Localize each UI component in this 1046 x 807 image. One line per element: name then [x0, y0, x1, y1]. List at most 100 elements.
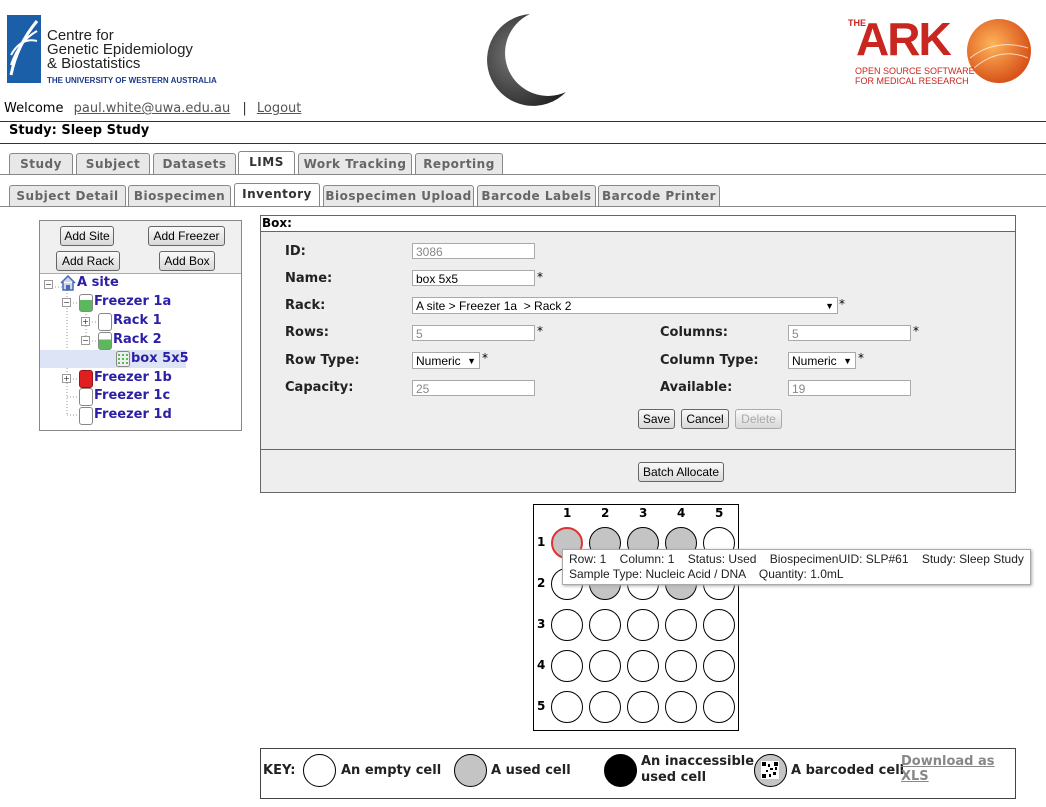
tree-node-rack-2[interactable]: Rack 2: [113, 332, 162, 347]
key-inaccessible-1: An inaccessible: [641, 754, 755, 769]
inaccessible-cell-icon: [604, 754, 637, 787]
logout-link[interactable]: Logout: [257, 101, 302, 116]
tooltip-line1: Row: 1 Column: 1 Status: Used Biospecime…: [569, 552, 1024, 566]
tab-reporting[interactable]: Reporting: [415, 153, 503, 174]
cancel-button[interactable]: Cancel: [681, 409, 729, 429]
moon-icon: [487, 14, 566, 106]
add-box-button[interactable]: Add Box: [159, 251, 215, 271]
id-field: 3086: [412, 243, 535, 259]
grid-cell[interactable]: [627, 691, 659, 723]
add-rack-button[interactable]: Add Rack: [56, 251, 120, 271]
grid-row-label: 5: [537, 699, 546, 713]
grid-column-label: 4: [677, 506, 686, 520]
add-site-button[interactable]: Add Site: [60, 226, 114, 246]
grid-cell[interactable]: [703, 650, 735, 682]
download-line2: XLS: [901, 769, 929, 784]
grid-cell[interactable]: [589, 691, 621, 723]
tab-work-tracking[interactable]: Work Tracking: [298, 153, 412, 174]
grid-cell[interactable]: [703, 609, 735, 641]
grid-cell[interactable]: [589, 609, 621, 641]
collapse-icon[interactable]: −: [62, 298, 71, 307]
subtab-barcode-printer[interactable]: Barcode Printer: [598, 185, 720, 206]
row-type-select[interactable]: Numeric ▼: [412, 352, 480, 369]
subtab-inventory[interactable]: Inventory: [234, 183, 320, 206]
tab-subject[interactable]: Subject: [76, 153, 150, 174]
box-form-panel: Box: ID: 3086 Name: box 5x5 * Rack: A si…: [260, 215, 1016, 493]
tree-node-freezer-1d[interactable]: Freezer 1d: [94, 407, 172, 422]
save-button[interactable]: Save: [638, 409, 675, 429]
rack-select[interactable]: A site > Freezer 1a > Rack 2 ▼: [412, 297, 838, 314]
delete-button[interactable]: Delete: [735, 409, 782, 429]
grid-cell[interactable]: [589, 650, 621, 682]
freezer-icon: [79, 407, 93, 425]
rows-field[interactable]: 5: [412, 325, 535, 341]
expand-icon[interactable]: +: [62, 374, 71, 383]
collapse-icon[interactable]: −: [81, 336, 90, 345]
tree-node-freezer-1c[interactable]: Freezer 1c: [94, 388, 170, 403]
separator: |: [242, 101, 247, 116]
collapse-icon[interactable]: −: [44, 280, 53, 289]
grid-cell[interactable]: [551, 691, 583, 723]
user-email-link[interactable]: paul.white@uwa.edu.au: [74, 101, 231, 116]
columns-label: Columns:: [660, 325, 728, 340]
tab-lims[interactable]: LIMS: [238, 151, 295, 174]
grid-row-label: 2: [537, 576, 546, 590]
divider: [261, 449, 1015, 450]
download-xls-link[interactable]: Download as XLS: [901, 754, 995, 784]
grid-cell[interactable]: [627, 650, 659, 682]
tree-node-freezer-1a[interactable]: Freezer 1a: [94, 294, 171, 309]
tree-node-freezer-1b[interactable]: Freezer 1b: [94, 370, 172, 385]
grid-cell[interactable]: [551, 650, 583, 682]
download-line1: Download as: [901, 754, 995, 769]
box-icon: [116, 351, 130, 367]
ark-name: ARK: [856, 13, 952, 65]
tree-node-rack-1[interactable]: Rack 1: [113, 313, 162, 328]
freezer-icon: [79, 388, 93, 406]
subtab-baseline: [0, 206, 1046, 207]
row-type-value: Numeric: [416, 354, 461, 368]
tab-datasets[interactable]: Datasets: [153, 153, 236, 174]
key-inaccessible-2: used cell: [641, 770, 707, 785]
study-title: Study: Sleep Study: [9, 123, 150, 138]
grid-cell[interactable]: [665, 609, 697, 641]
rows-label: Rows:: [285, 325, 329, 340]
tree-node-site[interactable]: A site: [77, 275, 119, 290]
grid-cell[interactable]: [665, 691, 697, 723]
grid-cell[interactable]: [665, 650, 697, 682]
ark-tag2: FOR MEDICAL RESEARCH: [855, 76, 969, 86]
rack-icon: [98, 332, 112, 350]
ark-tag1: OPEN SOURCE SOFTWARE: [855, 66, 975, 76]
tree-node-box[interactable]: box 5x5: [131, 351, 189, 366]
column-type-select[interactable]: Numeric ▼: [788, 352, 856, 369]
batch-allocate-button[interactable]: Batch Allocate: [638, 462, 724, 482]
uwa-text: THE UNIVERSITY OF WESTERN AUSTRALIA: [47, 76, 217, 85]
subtab-barcode-labels[interactable]: Barcode Labels: [477, 185, 596, 206]
ark-globe-icon: [967, 19, 1031, 83]
row-type-label: Row Type:: [285, 353, 360, 368]
capacity-field: 25: [412, 380, 535, 396]
grid-cell[interactable]: [627, 609, 659, 641]
grid-cell[interactable]: [703, 691, 735, 723]
subtab-biospecimen[interactable]: Biospecimen: [128, 185, 231, 206]
expand-icon[interactable]: +: [81, 317, 90, 326]
cell-tooltip: Row: 1 Column: 1 Status: Used Biospecime…: [562, 549, 1031, 585]
tab-study[interactable]: Study: [9, 153, 73, 174]
subtab-biospecimen-upload[interactable]: Biospecimen Upload: [323, 185, 474, 206]
column-type-label: Column Type:: [660, 353, 759, 368]
required-mark: *: [839, 297, 845, 311]
divider: [0, 121, 1046, 122]
box-form-title: Box:: [262, 216, 292, 230]
columns-field[interactable]: 5: [788, 325, 911, 341]
used-cell-icon: [454, 754, 487, 787]
add-freezer-button[interactable]: Add Freezer: [148, 226, 225, 246]
grid-row-label: 4: [537, 658, 546, 672]
welcome-label: Welcome: [4, 101, 64, 116]
grid-cell[interactable]: [551, 609, 583, 641]
name-field[interactable]: box 5x5: [412, 270, 535, 286]
subtab-subject-detail[interactable]: Subject Detail: [9, 185, 126, 206]
home-icon: [60, 275, 76, 291]
welcome-bar: Welcome paul.white@uwa.edu.au | Logout: [4, 101, 301, 116]
required-mark: *: [537, 324, 543, 338]
barcode-icon: [761, 761, 779, 779]
rack-icon: [98, 313, 112, 331]
